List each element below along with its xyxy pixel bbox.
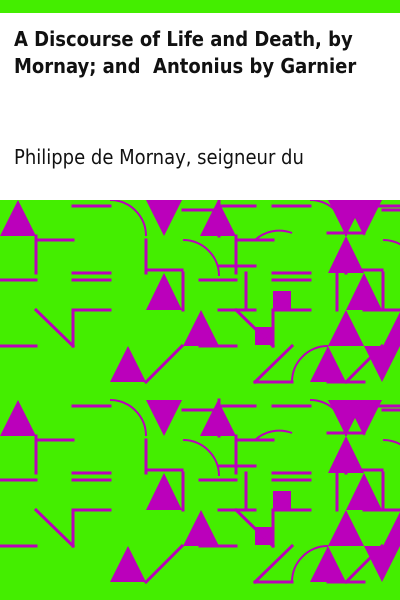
pattern-square: [273, 491, 291, 509]
cover-top-bar: [0, 0, 400, 13]
book-author: Philippe de Mornay, seigneur du: [14, 145, 304, 169]
book-title: A Discourse of Life and Death, by Mornay…: [14, 27, 360, 78]
pattern-square: [273, 291, 291, 309]
cover-pattern: [0, 200, 400, 600]
book-cover: A Discourse of Life and Death, by Mornay…: [0, 0, 400, 600]
